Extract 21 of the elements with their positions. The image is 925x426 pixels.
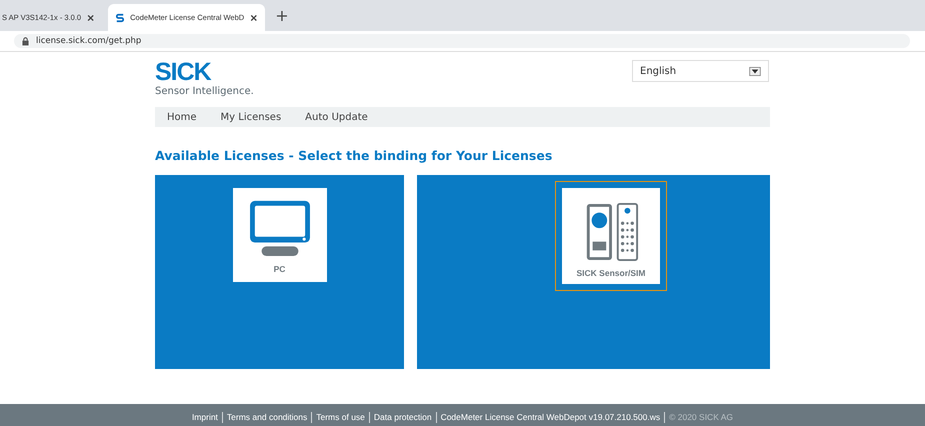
nav-link[interactable]: Auto Update — [305, 112, 368, 122]
nav-link[interactable]: My Licenses — [220, 112, 282, 122]
footer-link[interactable]: Imprint — [188, 412, 222, 423]
nav-link[interactable]: Home — [167, 112, 197, 122]
footer-link[interactable]: Terms and conditions — [222, 412, 312, 423]
close-icon[interactable]: × — [87, 10, 94, 24]
footer-link[interactable]: CodeMeter License Central WebDepot v19.07.210.500.ws — [436, 412, 664, 423]
address-field[interactable]: license.sick.com/get.php — [14, 34, 910, 48]
dropdown-icon — [749, 66, 761, 76]
new-tab-button[interactable]: + — [275, 6, 289, 25]
site-icon — [116, 12, 124, 22]
footer-link[interactable]: Terms of use — [311, 412, 369, 423]
copyright: © 2020 SICK AG — [664, 412, 738, 423]
close-icon[interactable]: × — [250, 10, 258, 24]
footer-link[interactable]: Data protection — [368, 412, 436, 423]
lock-icon — [22, 36, 29, 46]
tagline: Sensor Intelligence. — [155, 85, 254, 99]
binding-option[interactable]: PC — [232, 188, 326, 282]
language-select[interactable]: English — [632, 60, 769, 82]
logo: SICK — [155, 59, 212, 85]
page-heading: Available Licenses - Select the binding for Your Licenses — [155, 148, 554, 164]
